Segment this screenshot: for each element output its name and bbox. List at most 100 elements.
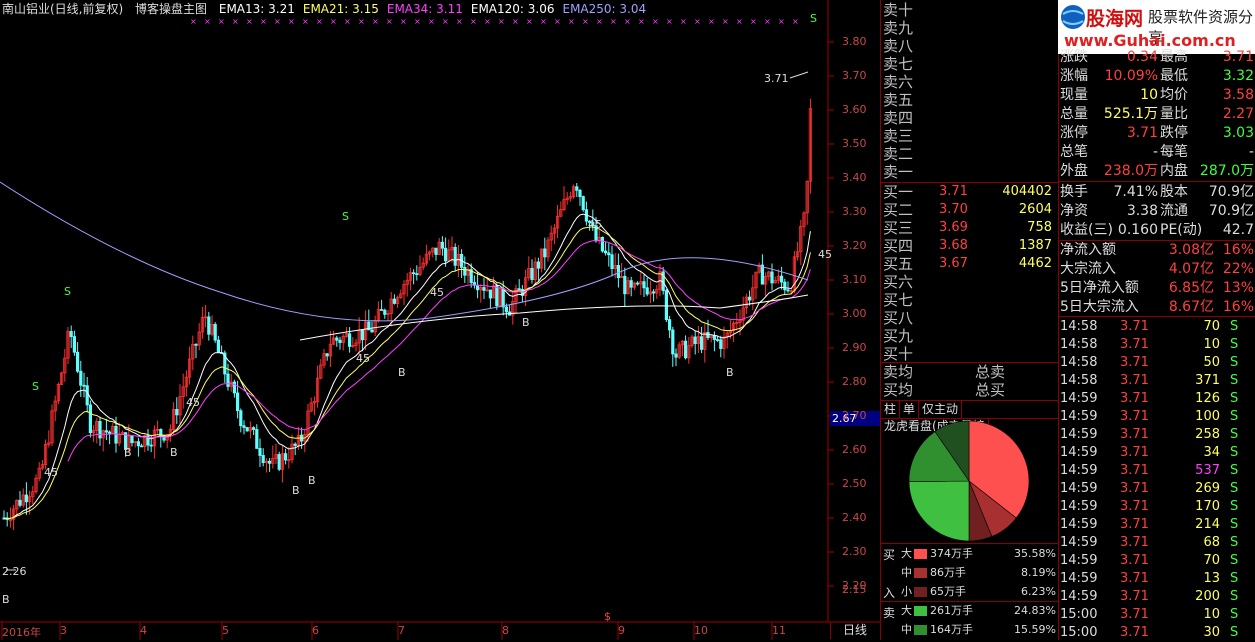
- quote-label: 外盘: [1060, 163, 1088, 179]
- candle-body: [600, 236, 605, 252]
- ema13-line: [3, 213, 811, 520]
- top-marker: ×: [288, 17, 295, 26]
- y-tick-label: 3.60: [842, 103, 867, 116]
- y-tick-label: 2.80: [842, 375, 867, 388]
- buy-level-volume: 404402: [1002, 184, 1052, 199]
- tick-row[interactable]: 14:59 3.71 34 S: [1060, 444, 1254, 462]
- tick-row[interactable]: 14:59 3.71 68 S: [1060, 534, 1254, 552]
- top-marker: ×: [554, 17, 561, 26]
- candle-body: [383, 309, 387, 315]
- tick-time: 14:59: [1060, 589, 1098, 604]
- x-tick-label: 8: [502, 624, 509, 637]
- ema-legend-item: EMA21: 3.15: [302, 2, 379, 16]
- kline-chart[interactable]: × × × × × × × × × × × × × × × × × × × × × × × × × × × × × × × × × × × × × × × ×…: [0, 0, 880, 640]
- buy-side-label: 买: [883, 548, 896, 562]
- quote-row: 涨跌 0.34 最高 3.71: [1060, 48, 1254, 67]
- y-tick-label: 3.30: [842, 205, 867, 218]
- candle-body: [575, 186, 579, 191]
- candle-body: [517, 288, 521, 291]
- quote-row: 换手 7.41% 股本 70.9亿: [1060, 183, 1254, 202]
- y-tick-label: 2.30: [842, 545, 867, 558]
- quote-value: 3.58: [1222, 87, 1254, 103]
- tick-side: S: [1230, 337, 1239, 352]
- quote-row: 总量 525.1万 量比 2.27: [1060, 105, 1254, 124]
- sell-level-label: 卖十: [883, 1, 914, 19]
- tick-row[interactable]: 14:59 3.71 170 S: [1060, 498, 1254, 516]
- candle-body: [636, 282, 640, 285]
- sell-side-label: 卖: [883, 606, 896, 620]
- buy-level-volume: 4462: [1018, 256, 1052, 271]
- top-marker: ×: [540, 17, 547, 26]
- candle-body: [258, 448, 262, 456]
- net-flow-label: 净流入额: [1060, 242, 1116, 258]
- candle-body: [379, 309, 384, 311]
- tick-volume: 126: [1195, 391, 1220, 406]
- buy-level-label: 买一: [883, 183, 914, 201]
- x-tick-label: 11: [772, 624, 786, 637]
- buy-signal: B: [292, 484, 300, 497]
- tab-0[interactable]: 柱: [881, 401, 901, 418]
- tick-row[interactable]: 14:58 3.71 50 S: [1060, 354, 1254, 372]
- top-marker: ×: [358, 17, 365, 26]
- buy-level-row: 买八: [883, 309, 1056, 327]
- tick-price: 3.71: [1120, 571, 1149, 586]
- candle-body: [434, 247, 438, 255]
- indicator-title: 博客操盘主图: [135, 2, 208, 16]
- tick-row[interactable]: 14:58 3.71 371 S: [1060, 372, 1254, 390]
- tick-side: S: [1230, 535, 1239, 550]
- tick-row[interactable]: 14:59 3.71 537 S: [1060, 462, 1254, 480]
- tick-side: S: [1230, 481, 1239, 496]
- tick-row[interactable]: 14:59 3.71 126 S: [1060, 390, 1254, 408]
- tick-side: S: [1230, 427, 1239, 442]
- site-logo[interactable]: 股海网 股票软件资源分享 www.Guhai.com.cn: [1058, 0, 1255, 54]
- tick-row[interactable]: 14:59 3.71 100 S: [1060, 408, 1254, 426]
- tick-row[interactable]: 14:59 3.71 13 S: [1060, 570, 1254, 588]
- fund-flow-pct: 8.19%: [1021, 566, 1056, 579]
- tick-row[interactable]: 14:59 3.71 70 S: [1060, 552, 1254, 570]
- candle-body: [623, 275, 627, 295]
- total-sell-label: 总卖: [975, 363, 1006, 381]
- tick-row[interactable]: 14:58 3.71 10 S: [1060, 336, 1254, 354]
- y-tick-label: 3.40: [842, 171, 867, 184]
- tick-price: 3.71: [1120, 319, 1149, 334]
- tab-1[interactable]: 单: [900, 401, 920, 418]
- candle-body: [760, 264, 765, 285]
- tick-price: 3.71: [1120, 355, 1149, 370]
- period-label[interactable]: 日线: [830, 622, 879, 639]
- net-flow-label: 5日大宗流入: [1060, 299, 1139, 315]
- tick-row[interactable]: 15:00 3.71 10 S: [1060, 606, 1254, 624]
- fund-flow-size: 小: [901, 585, 912, 598]
- quote-value: 10: [1140, 87, 1158, 103]
- tick-row[interactable]: 14:59 3.71 269 S: [1060, 480, 1254, 498]
- kline-chart-panel[interactable]: × × × × × × × × × × × × × × × × × × × × × × × × × × × × × × × × × × × × × × × ×…: [0, 0, 880, 640]
- candle-body: [748, 296, 752, 301]
- top-marker: ×: [246, 17, 253, 26]
- buy-level-row: 买九: [883, 327, 1056, 345]
- buy-level-volume: 758: [1027, 220, 1052, 235]
- tick-price: 3.71: [1120, 499, 1149, 514]
- candle-body: [604, 250, 608, 254]
- tick-side: S: [1230, 391, 1239, 406]
- candle-body: [495, 285, 499, 307]
- y-tick-label: 2.15: [842, 583, 867, 596]
- tick-row[interactable]: 14:59 3.71 214 S: [1060, 516, 1254, 534]
- candle-body: [242, 425, 246, 428]
- fund-flow-row: 中 86万手 8.19%: [901, 564, 1056, 582]
- tick-row[interactable]: 14:59 3.71 258 S: [1060, 426, 1254, 444]
- candle-body: [668, 319, 672, 331]
- top-marker: ×: [316, 17, 323, 26]
- sell-level-label: 卖一: [883, 163, 914, 181]
- quote-value: 7.41%: [1113, 184, 1158, 200]
- tab-2[interactable]: 仅主动: [919, 401, 963, 418]
- top-marker: ×: [204, 17, 211, 26]
- tick-volume: 70: [1203, 319, 1220, 334]
- tick-row[interactable]: 14:58 3.71 70 S: [1060, 318, 1254, 336]
- stock-title: 南山铝业(日线,前复权): [2, 2, 124, 16]
- tick-row[interactable]: 15:00 3.71 30 S: [1060, 624, 1254, 642]
- candle-body: [712, 335, 717, 340]
- sell-signal: S: [64, 285, 71, 298]
- quote-value: 42.7: [1222, 222, 1254, 238]
- tick-row[interactable]: 14:59 3.71 200 S: [1060, 588, 1254, 606]
- candle-body: [335, 337, 339, 341]
- candle-body: [88, 404, 92, 434]
